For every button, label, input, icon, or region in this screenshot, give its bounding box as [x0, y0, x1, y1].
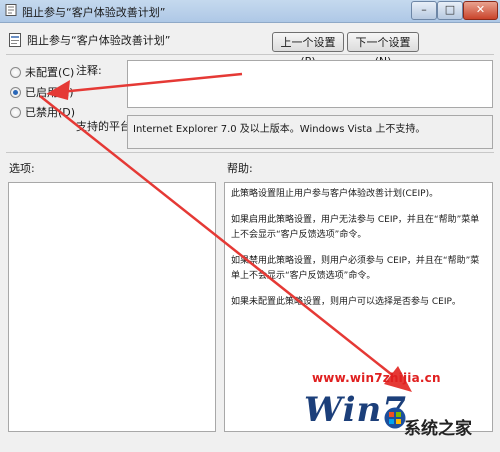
- comment-textarea[interactable]: [127, 60, 493, 108]
- policy-icon: [5, 4, 17, 16]
- radio-label: 已禁用(D): [25, 106, 76, 119]
- supported-platform-value: Internet Explorer 7.0 及以上版本。Windows Vist…: [127, 115, 493, 149]
- help-paragraph: 如果启用此策略设置，用户无法参与 CEIP，并且在“帮助”菜单上不会显示“客户反…: [231, 215, 480, 240]
- help-paragraph: 此策略设置阻止用户参与客户体验改善计划(CEIP)。: [231, 189, 439, 199]
- radio-circle-selected[interactable]: [10, 86, 21, 98]
- watermark-url: www.win7zhijia.cn: [312, 371, 441, 385]
- help-paragraph: 如果未配置此策略设置，则用户可以选择是否参与 CEIP。: [231, 297, 461, 307]
- options-panel: [8, 182, 216, 432]
- comment-label: 注释:: [76, 64, 102, 77]
- previous-setting-button[interactable]: 上一个设置(P): [272, 32, 344, 68]
- radio-circle[interactable]: [10, 66, 21, 78]
- setting-icon: [9, 33, 21, 47]
- section-divider: [6, 152, 494, 153]
- radio-label: 未配置(C): [25, 66, 75, 79]
- radio-circle[interactable]: [10, 106, 21, 118]
- options-label: 选项:: [9, 162, 35, 175]
- radio-enabled[interactable]: 已启用(E): [10, 84, 74, 100]
- radio-label: 已启用(E): [25, 86, 74, 99]
- minimize-button[interactable]: –: [411, 1, 437, 20]
- maximize-button[interactable]: □: [437, 1, 463, 20]
- supported-platform-label: 支持的平台:: [76, 120, 135, 133]
- setting-title: 阻止参与“客户体验改善计划”: [27, 34, 171, 47]
- windows-logo-icon: [384, 407, 406, 429]
- help-paragraph: 如果禁用此策略设置，则用户必须参与 CEIP，并且在“帮助”菜单上不会显示“客户…: [231, 256, 480, 281]
- help-label: 帮助:: [227, 162, 253, 175]
- watermark-brand: 系统之家: [404, 419, 472, 439]
- radio-disabled[interactable]: 已禁用(D): [10, 104, 75, 120]
- next-setting-button[interactable]: 下一个设置(N): [347, 32, 419, 68]
- radio-not-configured[interactable]: 未配置(C): [10, 64, 74, 80]
- header-divider: [6, 54, 494, 55]
- close-button[interactable]: ✕: [463, 1, 498, 20]
- window-title: 阻止参与“客户体验改善计划”: [22, 6, 166, 19]
- title-bar: 阻止参与“客户体验改善计划” – □ ✕: [0, 0, 500, 23]
